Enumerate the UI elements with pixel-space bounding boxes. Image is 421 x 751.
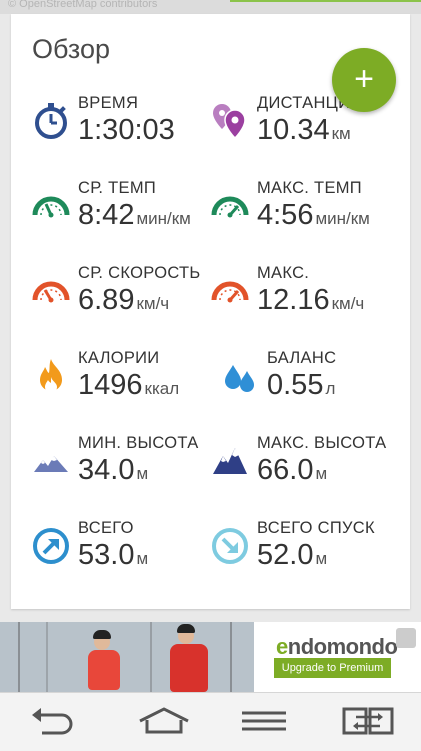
stat-value: 1:30:03	[78, 114, 175, 146]
stat-label: КАЛОРИИ	[78, 349, 160, 367]
menu-icon	[234, 701, 294, 741]
stat-unit: м	[136, 549, 149, 568]
stat-unit: мин/км	[136, 209, 191, 228]
route-line	[230, 0, 421, 2]
stat-label: МАКС. ВЫСОТА	[257, 434, 387, 452]
stat-value: 66.0	[257, 454, 314, 486]
map-pins-icon	[211, 102, 249, 140]
gauge-icon	[32, 187, 70, 225]
speedometer-icon	[32, 272, 70, 310]
stat-value: 8:42	[78, 199, 135, 231]
stat-unit: м	[315, 464, 328, 483]
arrow-down-right-icon	[211, 527, 249, 565]
stat-unit: км/ч	[331, 294, 365, 313]
speedometer-icon	[211, 272, 249, 310]
stat-label: ВРЕМЯ	[78, 94, 139, 112]
gauge-icon	[211, 187, 249, 225]
switch-icon	[338, 701, 398, 741]
stopwatch-icon	[32, 102, 70, 140]
stat-unit: м	[136, 464, 149, 483]
stat-value: 4:56	[257, 199, 314, 231]
flame-icon	[32, 357, 70, 395]
add-button[interactable]: +	[332, 48, 396, 112]
stat-label: ВСЕГО СПУСК	[257, 519, 375, 537]
map-credit: © OpenStreetMap contributors	[8, 0, 158, 10]
stat-label: МИН. ВЫСОТА	[78, 434, 199, 452]
switch-apps-button[interactable]	[338, 701, 398, 741]
stat-value: 0.55	[267, 369, 324, 401]
stat-value: 53.0	[78, 539, 135, 571]
back-arrow-icon	[22, 701, 82, 741]
stat-label: СР. ТЕМП	[78, 179, 157, 197]
endomondo-logo: endomondo	[276, 634, 398, 659]
arrow-up-right-icon	[32, 527, 70, 565]
stat-label: ВСЕГО	[78, 519, 134, 537]
overview-card: Обзор + ВРЕМЯ 1:30:03 ДИСТАНЦИЯ 10.34 км …	[11, 14, 410, 609]
stat-value: 10.34	[257, 114, 330, 146]
stat-value: 6.89	[78, 284, 135, 316]
system-navbar	[0, 692, 421, 751]
ad-panel[interactable]: endomondo Upgrade to Premium	[254, 622, 421, 692]
home-icon	[134, 701, 194, 741]
stat-unit: км	[331, 124, 351, 143]
mountain-icon	[32, 442, 70, 480]
ad-photo	[0, 622, 254, 692]
stat-label: МАКС. ТЕМП	[257, 179, 362, 197]
stat-unit: л	[325, 379, 336, 398]
back-button[interactable]	[22, 701, 82, 741]
upgrade-button[interactable]: Upgrade to Premium	[274, 658, 391, 678]
stat-label: МАКС.	[257, 264, 310, 282]
ad-info-icon[interactable]	[396, 628, 416, 648]
stat-unit: км/ч	[136, 294, 170, 313]
stat-label: БАЛАНС	[267, 349, 337, 367]
stat-label: СР. СКОРОСТЬ	[78, 264, 201, 282]
menu-button[interactable]	[234, 701, 294, 741]
stat-value: 1496	[78, 369, 143, 401]
stat-unit: м	[315, 549, 328, 568]
stat-value: 34.0	[78, 454, 135, 486]
map-strip[interactable]: © OpenStreetMap contributors	[0, 0, 421, 14]
water-drops-icon	[221, 357, 259, 395]
home-button[interactable]	[134, 701, 194, 741]
stat-value: 12.16	[257, 284, 330, 316]
mountain-icon	[211, 442, 249, 480]
ad-banner[interactable]: endomondo Upgrade to Premium	[0, 622, 421, 692]
stat-unit: ккал	[144, 379, 180, 398]
stat-value: 52.0	[257, 539, 314, 571]
card-title: Обзор	[32, 34, 110, 64]
stat-unit: мин/км	[315, 209, 370, 228]
